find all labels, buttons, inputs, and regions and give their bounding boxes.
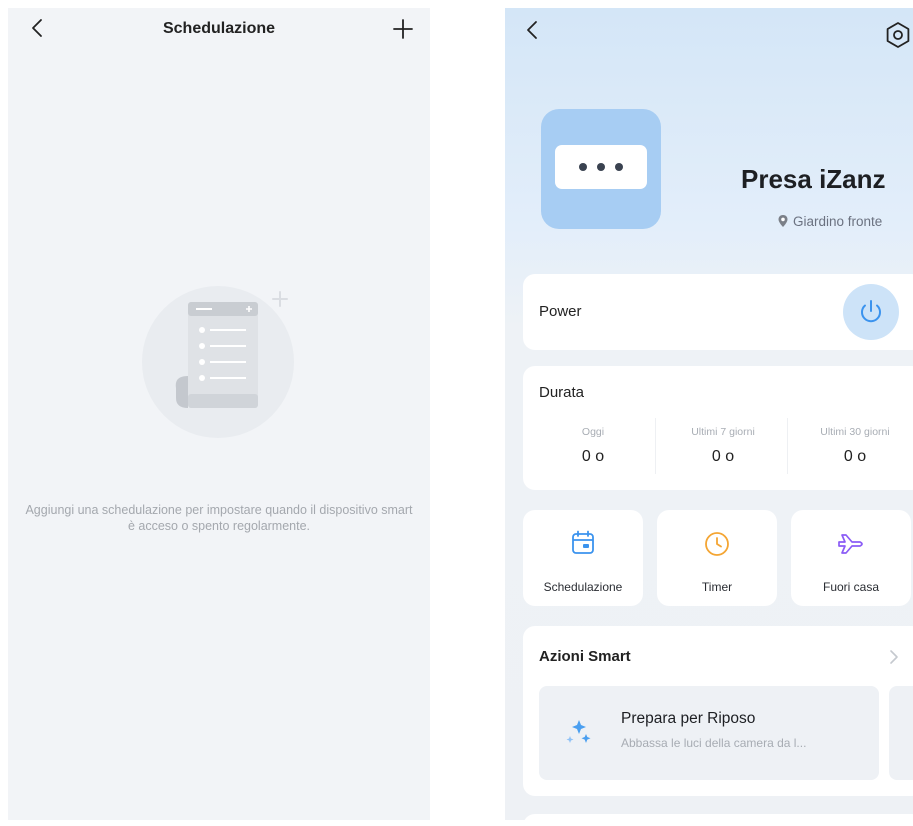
plane-icon (838, 534, 863, 554)
page-title: Schedulazione (162, 20, 276, 37)
duration-30-days: Ultimi 30 giorni 0 o (795, 426, 913, 466)
power-card: Power (523, 274, 913, 350)
duration-today: Oggi 0 o (533, 426, 653, 466)
empty-state-message: Aggiungi una schedulazione per impostare… (25, 503, 413, 533)
chevron-right-icon[interactable] (887, 648, 901, 666)
duration-card: Durata Oggi 0 o Ultimi 7 giorni 0 o Ulti… (523, 366, 913, 490)
empty-schedule-illustration (142, 286, 294, 438)
schedule-header: Schedulazione (8, 8, 430, 52)
duration-caption: Ultimi 30 giorni (820, 426, 890, 438)
power-icon (861, 300, 881, 323)
smart-action-name: Prepara per Riposo (621, 710, 756, 727)
add-icon[interactable] (390, 16, 416, 42)
duration-value: 0 o (843, 448, 867, 465)
back-arrow-icon[interactable] (521, 18, 545, 42)
calendar-icon (572, 530, 594, 554)
divider (787, 418, 788, 474)
duration-caption: Ultimi 7 giorni (691, 426, 755, 438)
divider (655, 418, 656, 474)
screenshot-stage: Schedulazione Aggiungi una schedulazione… (0, 0, 913, 826)
sparkle-icon (566, 720, 591, 743)
device-image (541, 109, 661, 229)
feature-label: Timer (701, 580, 733, 594)
schedule-screen: Schedulazione Aggiungi una schedulazione… (8, 8, 430, 820)
device-screen: Presa iZanz Giardino fronte Power Durata… (505, 8, 913, 820)
duration-value: 0 o (581, 448, 605, 465)
smart-action-description: Abbassa le luci della camera da l... (621, 736, 807, 750)
device-name: Presa iZanz (741, 164, 886, 194)
duration-7-days: Ultimi 7 giorni 0 o (663, 426, 783, 466)
smart-actions-header: Azioni Smart (539, 648, 631, 665)
plug-icon (555, 145, 647, 189)
location-text: Giardino fronte (793, 214, 883, 229)
smart-action-item-partial[interactable] (889, 686, 913, 780)
schedule-tile[interactable]: Schedulazione (523, 510, 643, 606)
feature-label: Schedulazione (543, 580, 623, 594)
away-tile[interactable]: Fuori casa (791, 510, 911, 606)
plug-dot (615, 163, 623, 171)
plug-dot (597, 163, 605, 171)
location-pin-icon (778, 215, 788, 227)
timer-tile[interactable]: Timer (657, 510, 777, 606)
bottom-card (523, 814, 913, 820)
duration-value: 0 o (711, 448, 735, 465)
settings-gear-icon[interactable] (883, 20, 913, 50)
smart-actions-card: Azioni Smart Prepara per Riposo Abbassa … (523, 626, 913, 796)
duration-caption: Oggi (581, 426, 605, 438)
device-location: Giardino fronte (777, 214, 882, 229)
power-label: Power (539, 303, 582, 320)
power-button[interactable] (843, 284, 899, 340)
feature-label: Fuori casa (822, 580, 880, 594)
clock-icon (705, 532, 729, 556)
plug-dot (579, 163, 587, 171)
smart-action-item[interactable]: Prepara per Riposo Abbassa le luci della… (539, 686, 879, 780)
duration-label: Durata (539, 384, 585, 401)
